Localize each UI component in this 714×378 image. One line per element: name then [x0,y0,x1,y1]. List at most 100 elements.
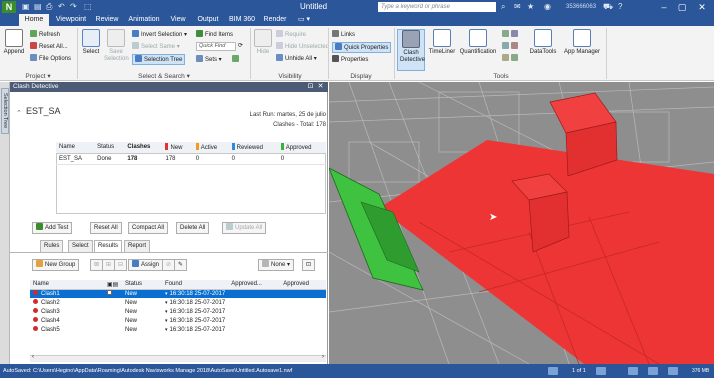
panel-pin-icon[interactable]: ⊡ [306,82,315,92]
table-row[interactable]: Clash3 New ▾ 16:30:18 25-07-2017 [30,307,326,316]
update-all-button[interactable]: Update All [222,222,267,234]
save-selection-button[interactable]: Save Selection [104,29,129,63]
panel-close-icon[interactable]: ✕ [316,82,325,92]
horizontal-scrollbar[interactable]: ‹ › [30,354,326,362]
column-header[interactable]: Found [162,280,229,290]
hide-button[interactable]: Hide [254,29,272,56]
new-group-button[interactable]: New Group [32,259,80,271]
timeliner-button[interactable]: TimeLiner [428,29,456,56]
save-icon[interactable]: ▣ [22,2,30,12]
none-dropdown[interactable]: None ▾ [258,259,295,271]
tab-animation[interactable]: Animation [124,14,164,26]
tab-report[interactable]: Report [124,240,151,252]
table-row[interactable]: Clash2 New ▾ 16:30:18 25-07-2017 [30,298,326,307]
tab-home[interactable]: Home [19,14,49,26]
sets-manage-icon[interactable] [232,55,241,64]
disk-progress-icon[interactable] [648,367,658,375]
invert-selection-button[interactable]: Invert Selection ▾ [132,30,187,39]
3d-viewport[interactable]: ➤ [329,82,714,364]
navisworks-logo-icon[interactable]: N [2,1,16,13]
scroll-right-icon[interactable]: › [322,354,324,360]
table-row[interactable]: Clash5 New ▾ 16:30:18 25-07-2017 [30,325,326,334]
compact-all-button[interactable]: Compact All [128,222,169,234]
close-icon[interactable]: ✕ [692,1,712,13]
column-header-new[interactable]: New [162,142,193,154]
column-header[interactable]: Approved... [228,280,281,290]
minimize-icon[interactable]: – [654,1,674,13]
tab-viewpoint[interactable]: Viewpoint [52,14,90,26]
column-header[interactable]: Name [30,280,104,290]
file-options-button[interactable]: File Options [30,54,71,63]
column-header[interactable]: Status [122,280,162,290]
sets-button[interactable]: Sets ▾ [196,55,222,64]
help-icon[interactable]: ? [618,2,622,12]
append-button[interactable]: Append [2,29,26,56]
selection-tree-button[interactable]: Selection Tree [132,54,186,65]
require-button[interactable]: Require [276,30,306,39]
tab-extra-dropdown[interactable]: ▭ ▾ [294,14,314,26]
reset-all-button[interactable]: Reset All... [30,42,68,51]
tab-results[interactable]: Results [94,240,123,252]
binoculars-icon[interactable]: ⌕ [501,2,505,12]
group-project[interactable]: Project ▾ [0,72,76,81]
cart-icon[interactable]: ⛟ [603,2,613,12]
column-header-approved[interactable]: Approved [277,142,326,154]
filter-options-icon[interactable]: ⊡ [302,259,316,271]
animator-icon[interactable] [502,30,520,39]
pencil-progress-icon[interactable] [628,367,638,375]
reset-all-tests-button[interactable]: Reset All [90,222,122,234]
properties-button[interactable]: Properties [332,55,368,64]
tab-view[interactable]: View [166,14,190,26]
table-row[interactable]: Clash4 New ▾ 16:30:18 25-07-2017 [30,316,326,325]
quantification-button[interactable]: Quantification [458,29,498,56]
table-row[interactable]: Clash1 New ▾ 16:30:18 25-07-2017 [30,289,326,298]
select-icon[interactable]: ⬚ [84,2,92,12]
tab-output[interactable]: Output [192,14,224,26]
status-dropdown-icon[interactable]: ▾ [165,291,168,297]
tab-bim360[interactable]: BIM 360 [226,14,258,26]
status-dropdown-icon[interactable]: ▾ [165,309,168,315]
app-manager-button[interactable]: App Manager [562,29,602,56]
previous-sheet-icon[interactable] [548,367,558,375]
select-same-button[interactable]: Select Same ▾ [132,42,180,51]
table-row[interactable]: EST_SA Done 178 178 0 0 0 [56,153,326,165]
quick-properties-button[interactable]: Quick Properties [332,42,392,53]
communication-center-icon[interactable]: ✉ [514,2,521,12]
clash-detective-button[interactable]: Clash Detective [397,29,425,71]
delete-all-button[interactable]: Delete All [176,222,210,234]
tab-select[interactable]: Select [68,240,93,252]
tab-review[interactable]: Review [92,14,122,26]
quick-find-go-icon[interactable]: ⟳ [238,42,243,50]
quick-find-input[interactable]: Quick Find [196,42,236,51]
column-header-reviewed[interactable]: Reviewed [228,142,278,154]
column-header-image-icon[interactable]: ▣▤ [104,280,122,290]
scroll-left-icon[interactable]: ‹ [32,354,34,360]
tab-render[interactable]: Render [260,14,290,26]
maximize-icon[interactable]: ▢ [672,1,692,13]
status-dropdown-icon[interactable]: ▾ [165,318,168,324]
redo-icon[interactable]: ↷ [70,2,77,12]
find-items-button[interactable]: Find Items [196,30,233,39]
hide-unselected-button[interactable]: Hide Unselected [276,42,329,51]
add-test-button[interactable]: Add Test [32,222,73,234]
status-dropdown-icon[interactable]: ▾ [165,327,168,333]
print-icon[interactable]: ⎙ [46,2,52,12]
selection-tree-side-tab[interactable]: Selection Tree [1,88,9,134]
status-dropdown-icon[interactable]: ▾ [165,300,168,306]
undo-icon[interactable]: ↶ [58,2,65,12]
links-button[interactable]: Links [332,30,355,39]
appearance-profiler-icon[interactable] [502,54,520,63]
datatools-button[interactable]: DataTools [528,29,558,56]
scripter-icon[interactable] [502,42,520,51]
tab-rules[interactable]: Rules [40,240,64,252]
group-select-search[interactable]: Select & Search ▾ [80,72,248,81]
group-options-icon[interactable]: ⊟ [114,259,128,271]
open-icon[interactable]: ▤ [34,2,42,12]
next-sheet-icon[interactable] [596,367,606,375]
column-header[interactable]: Status [94,142,125,154]
refresh-button[interactable]: Refresh [30,30,60,39]
user-name[interactable]: 353666063 [566,2,596,12]
column-header[interactable]: Clashes [124,142,163,154]
add-comment-icon[interactable]: ✎ [174,259,188,271]
web-server-icon[interactable] [668,367,678,375]
